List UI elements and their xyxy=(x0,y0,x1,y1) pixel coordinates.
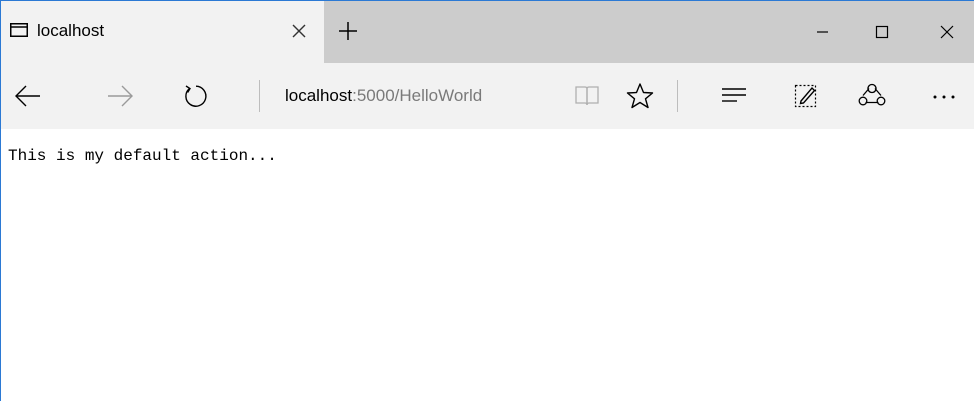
more-icon[interactable] xyxy=(929,81,959,111)
page-content: This is my default action... xyxy=(1,129,974,401)
toolbar-separator xyxy=(259,80,260,112)
page-body-text: This is my default action... xyxy=(8,147,277,165)
tab-strip: localhost xyxy=(1,1,974,63)
tab-close-icon[interactable] xyxy=(288,20,310,42)
back-arrow-icon[interactable] xyxy=(13,81,43,111)
hub-icon[interactable] xyxy=(719,81,749,111)
address-bar[interactable]: localhost:5000/HelloWorld xyxy=(285,84,482,108)
maximize-icon[interactable] xyxy=(862,15,902,49)
minimize-icon[interactable] xyxy=(802,15,842,49)
toolbar-separator xyxy=(677,80,678,112)
address-host: localhost xyxy=(285,86,353,105)
address-path: :5000/HelloWorld xyxy=(352,86,483,105)
tab-page-icon xyxy=(10,23,28,37)
browser-window: localhost localhost:5000/HelloWorld This… xyxy=(0,0,974,401)
close-icon[interactable] xyxy=(927,15,967,49)
new-tab-icon[interactable] xyxy=(337,20,359,42)
web-note-icon[interactable] xyxy=(791,81,821,111)
refresh-icon[interactable] xyxy=(180,81,210,111)
share-icon[interactable] xyxy=(857,81,887,111)
tab-localhost[interactable]: localhost xyxy=(1,1,324,63)
favorite-star-icon[interactable] xyxy=(625,81,655,111)
forward-arrow-icon[interactable] xyxy=(105,81,135,111)
navigation-bar: localhost:5000/HelloWorld xyxy=(1,63,974,129)
tab-title: localhost xyxy=(37,21,105,40)
reading-view-icon[interactable] xyxy=(572,82,602,112)
